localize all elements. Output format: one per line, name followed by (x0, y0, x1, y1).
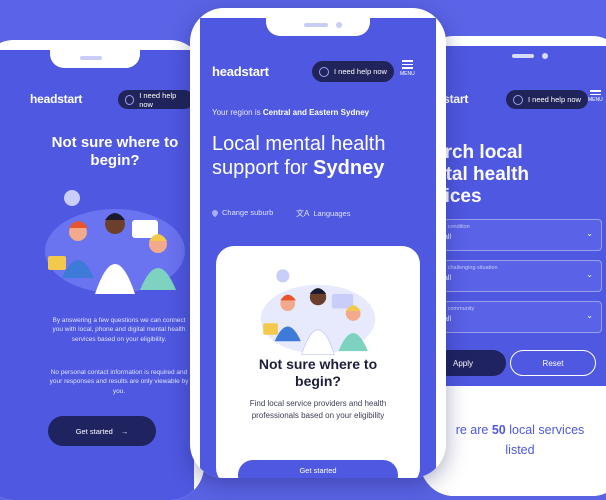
heading: Not sure where to begin? (51, 134, 179, 169)
help-now-button[interactable]: I need help now (118, 90, 194, 109)
card-heading: Not sure where to begin? (258, 356, 378, 389)
help-now-button[interactable]: I need help now (312, 61, 394, 82)
hamburger-bar (589, 93, 601, 95)
results-line-2: listed (505, 443, 535, 457)
filter-condition-select[interactable]: r by condition w all ⌄ (430, 219, 602, 251)
speaker (80, 56, 102, 60)
clock-icon (64, 190, 80, 206)
title-line-2: ntal health (434, 164, 530, 185)
center-phone-screen: headstart I need help now MENU Your regi… (200, 18, 436, 478)
menu-button[interactable]: MENU (400, 58, 415, 77)
card-get-started-label: Get started (299, 466, 337, 475)
help-now-label: I need help now (334, 67, 387, 76)
notch (266, 18, 370, 36)
chat-bubble-icon (331, 293, 354, 309)
get-started-button[interactable]: Get started → (48, 416, 156, 446)
right-phone: dstart I need help now MENU arch local n… (420, 36, 606, 496)
translate-icon: 文A (296, 209, 310, 218)
title-line-1: arch local (434, 142, 523, 163)
phone-icon (513, 94, 523, 105)
hamburger-bar (401, 67, 413, 69)
notepad-icon (263, 323, 278, 335)
phone-icon (319, 66, 329, 77)
privacy-paragraph: No personal contact information is requi… (49, 369, 189, 395)
arrow-right-icon: → (120, 426, 129, 436)
center-phone: headstart I need help now MENU Your regi… (190, 8, 446, 478)
menu-label: MENU (588, 97, 603, 103)
results-summary: re are 50 local services listed (430, 420, 606, 460)
results-prefix: re are (455, 423, 489, 437)
notepad-icon (48, 256, 66, 270)
camera (542, 53, 548, 59)
people-illustration (45, 190, 185, 294)
speaker (304, 23, 328, 27)
clock-icon (276, 269, 290, 283)
filter-community-select[interactable]: r by community w all ⌄ (430, 301, 602, 333)
intro-paragraph: By answering a few questions we can conn… (52, 317, 186, 343)
help-now-button[interactable]: I need help now (506, 90, 588, 109)
languages-label: Languages (313, 209, 351, 218)
help-now-label: I need help now (139, 90, 177, 109)
right-phone-screen: dstart I need help now MENU arch local n… (430, 46, 606, 496)
chevron-down-icon: ⌄ (586, 311, 593, 320)
card-text: Find local service providers and health … (249, 399, 387, 420)
logo[interactable]: headstart (30, 92, 82, 106)
title-line-2-prefix: support for (212, 157, 308, 179)
phone-icon (125, 94, 135, 105)
filter-situation-select[interactable]: r by challenging situation w all ⌄ (430, 260, 602, 292)
menu-button[interactable]: MENU (588, 88, 603, 103)
change-suburb-link[interactable]: Change suburb (210, 208, 274, 217)
title-city: Sydney (313, 157, 385, 179)
title-line-1: Local mental health (212, 133, 386, 155)
chevron-down-icon: ⌄ (586, 229, 593, 238)
region-prefix: Your region is (212, 108, 261, 117)
location-pin-icon (210, 208, 220, 217)
left-phone: headstart I need help now Not sure where… (0, 40, 204, 500)
title-line-3: vices (434, 186, 482, 207)
get-started-label: Get started (75, 426, 113, 436)
camera (336, 22, 342, 28)
menu-label: MENU (400, 70, 415, 77)
chevron-down-icon: ⌄ (586, 270, 593, 279)
chat-bubble-icon (132, 220, 158, 238)
page-title: Local mental health support for Sydney (212, 132, 385, 180)
hamburger-icon (401, 60, 413, 62)
people-illustration (260, 269, 376, 355)
change-suburb-label: Change suburb (222, 208, 274, 217)
help-now-label: I need help now (528, 95, 581, 104)
speaker (512, 54, 534, 58)
region-name: Central and Eastern Sydney (262, 108, 370, 117)
logo[interactable]: headstart (212, 64, 269, 79)
eligibility-card: Not sure where to begin? Find local serv… (216, 246, 420, 478)
left-phone-screen: headstart I need help now Not sure where… (0, 50, 194, 500)
results-suffix: local services (509, 423, 585, 437)
hamburger-icon (589, 90, 601, 92)
hamburger-bar (401, 63, 413, 65)
filter-label: r by challenging situation (437, 265, 498, 271)
results-count: 50 (491, 423, 506, 437)
reset-button[interactable]: Reset (510, 350, 596, 376)
region-line: Your region is Central and Eastern Sydne… (212, 108, 369, 117)
card-get-started-button[interactable]: Get started (238, 460, 398, 478)
page-title: arch local ntal health vices (434, 142, 529, 208)
languages-link[interactable]: 文A Languages (296, 208, 350, 219)
